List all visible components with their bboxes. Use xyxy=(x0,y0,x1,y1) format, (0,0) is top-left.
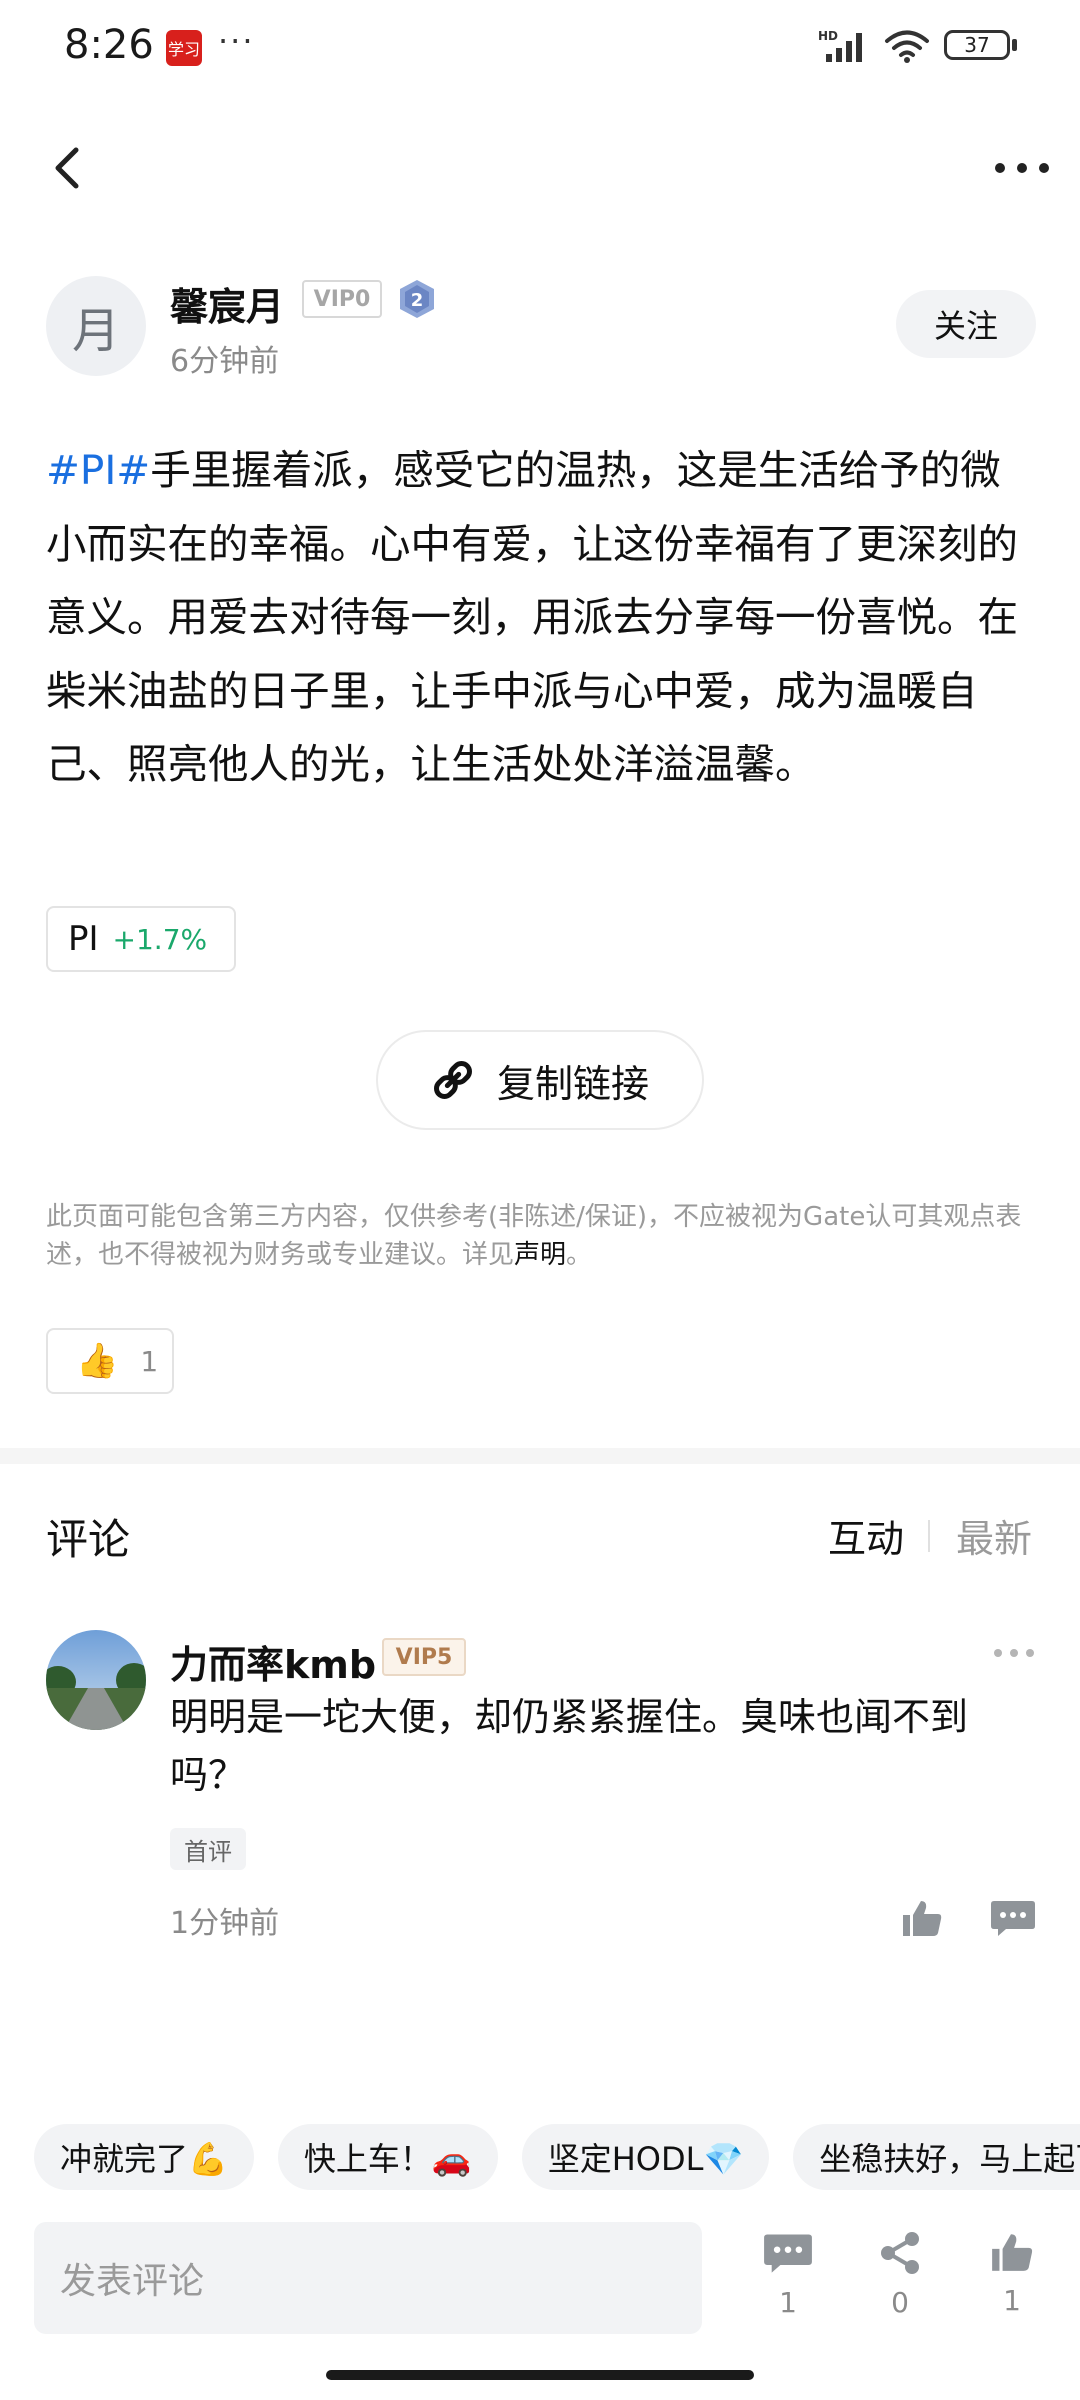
share-count: 0 xyxy=(891,2286,909,2319)
disclaimer: 此页面可能包含第三方内容，仅供参考(非陈述/保证)，不应被视为Gate认可其观点… xyxy=(46,1198,1036,1274)
commenter-name[interactable]: 力而率kmb xyxy=(170,1634,376,1689)
comment-count-button[interactable]: 1 xyxy=(748,2230,828,2319)
status-more-icon: ··· xyxy=(218,22,255,60)
ticker-symbol: PI xyxy=(68,919,99,959)
tab-interactive[interactable]: 互动 xyxy=(828,1508,904,1563)
battery-icon: 37 xyxy=(944,30,1010,60)
quick-reply-chip[interactable]: 快上车！🚗 xyxy=(277,2124,498,2190)
author-name[interactable]: 馨宸月 xyxy=(170,276,284,331)
comment-text: 明明是一坨大便，却仍紧紧握住。臭味也闻不到吗？ xyxy=(170,1695,969,1797)
comment-count: 1 xyxy=(779,2286,797,2319)
battery-tip xyxy=(1012,39,1017,51)
post-hashtag[interactable]: #PI# xyxy=(46,446,150,494)
quick-reply-chip[interactable]: 坚定HODL💎 xyxy=(521,2124,770,2190)
reaction-count: 1 xyxy=(140,1344,159,1378)
back-button[interactable] xyxy=(40,128,96,208)
more-options-button[interactable] xyxy=(992,128,1052,208)
copy-link-button[interactable]: 复制链接 xyxy=(376,1030,704,1130)
quick-reply-chip[interactable]: 坐稳扶好，马上起飞🚀 xyxy=(793,2124,1080,2190)
disclaimer-end: 。 xyxy=(566,1240,593,1270)
quick-replies: 冲就完了💪 快上车！🚗 坚定HODL💎 坐稳扶好，马上起飞🚀 xyxy=(34,2124,1080,2192)
comment-time: 1分钟前 xyxy=(170,1906,280,1941)
level-badge-icon: 2 xyxy=(400,280,434,318)
hd-signal-icon: HD xyxy=(818,29,862,62)
post-time: 6分钟前 xyxy=(170,344,280,379)
commenter-vip-badge: VIP5 xyxy=(382,1638,466,1676)
share-button[interactable]: 0 xyxy=(860,2230,940,2319)
comment-icon xyxy=(764,2234,812,2273)
copy-link-label: 复制链接 xyxy=(496,1061,649,1106)
ticker-chip[interactable]: PI +1.7% xyxy=(46,906,236,972)
tab-latest[interactable]: 最新 xyxy=(956,1508,1032,1563)
thumbs-up-emoji-icon: 👍 xyxy=(76,1341,119,1381)
first-comment-tag: 首评 xyxy=(170,1828,246,1870)
comment-more-button[interactable] xyxy=(992,1638,1036,1668)
ticker-change: +1.7% xyxy=(112,922,208,956)
section-divider xyxy=(0,1448,1080,1464)
disclaimer-link[interactable]: 声明 xyxy=(514,1240,566,1270)
author-avatar[interactable]: 月 xyxy=(46,276,146,376)
svg-text:HD: HD xyxy=(818,29,838,43)
link-icon xyxy=(433,1061,472,1099)
comment-input[interactable]: 发表评论 xyxy=(34,2222,702,2334)
thumbs-up-icon xyxy=(992,2234,1033,2271)
tab-separator xyxy=(928,1520,930,1552)
author-vip-badge: VIP0 xyxy=(302,280,382,318)
like-button[interactable]: 1 xyxy=(972,2230,1052,2317)
app-notification-icon: 学习 xyxy=(166,30,202,66)
reaction-chip[interactable]: 👍 1 xyxy=(46,1328,174,1394)
comment-reply-button[interactable] xyxy=(990,1898,1036,1938)
share-icon xyxy=(881,2232,919,2274)
home-indicator[interactable] xyxy=(326,2370,754,2380)
post-text: 手里握着派，感受它的温热，这是生活给予的微小而实在的幸福。心中有爱，让这份幸福有… xyxy=(46,446,1018,788)
like-count: 1 xyxy=(1003,2284,1021,2317)
quick-reply-chip[interactable]: 冲就完了💪 xyxy=(34,2124,254,2190)
comment-like-button[interactable] xyxy=(900,1898,944,1938)
commenter-avatar[interactable] xyxy=(46,1630,146,1730)
status-time: 8:26 xyxy=(64,22,154,68)
level-badge-number: 2 xyxy=(411,290,424,311)
comments-title: 评论 xyxy=(46,1515,131,1564)
post-content: #PI#手里握着派，感受它的温热，这是生活给予的微小而实在的幸福。心中有爱，让这… xyxy=(46,434,1036,802)
follow-button[interactable]: 关注 xyxy=(896,290,1036,358)
wifi-icon xyxy=(885,30,929,63)
